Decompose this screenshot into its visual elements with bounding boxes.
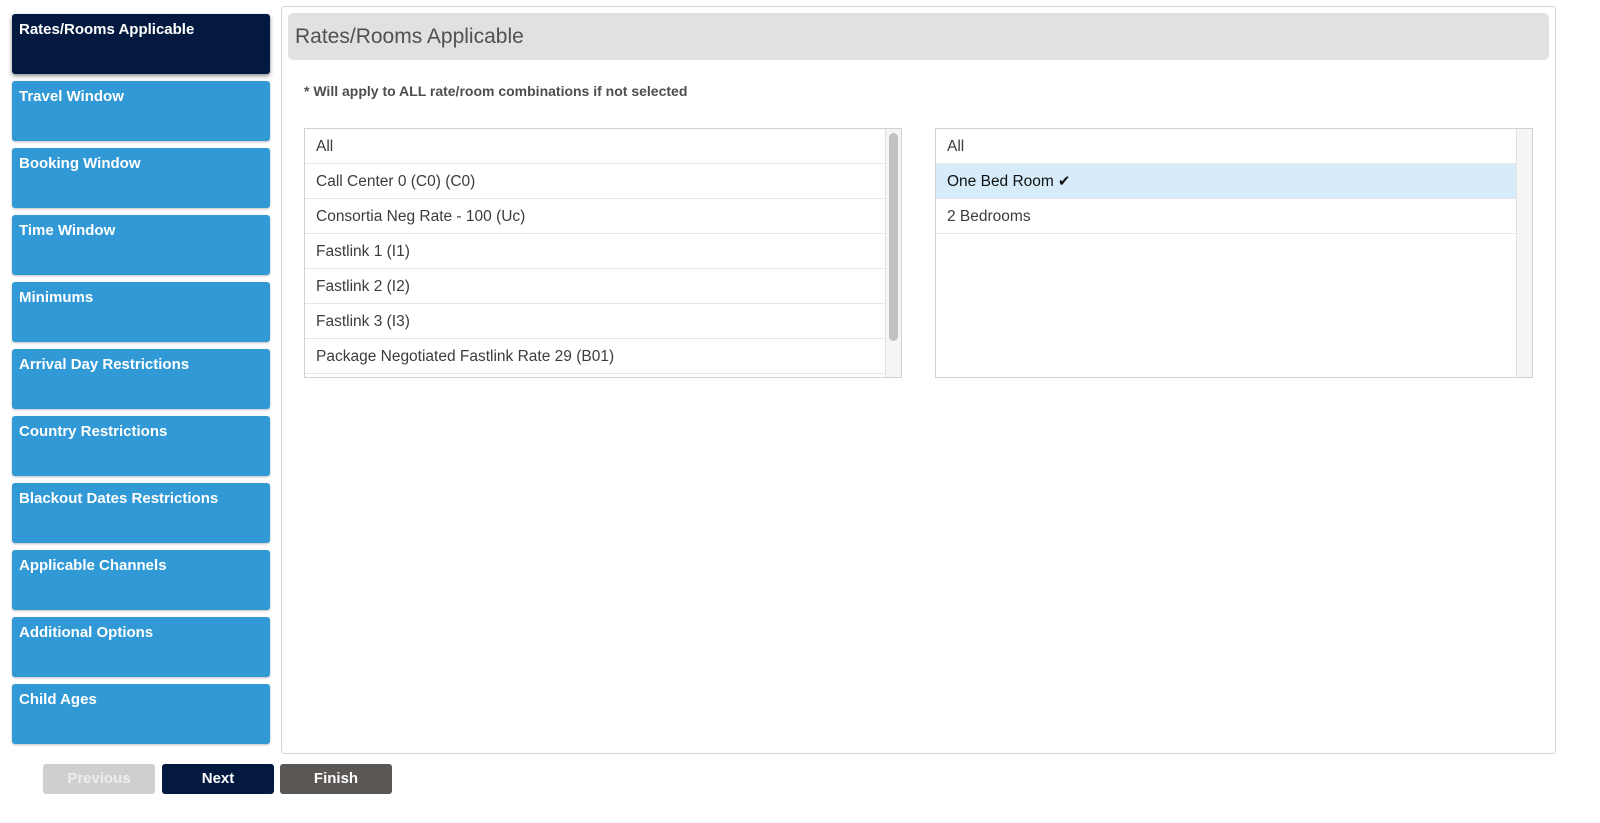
- sidebar-item-additional-options[interactable]: Additional Options: [12, 617, 270, 677]
- room-option[interactable]: 2 Bedrooms: [936, 199, 1516, 234]
- rate-option[interactable]: Fastlink 3 (I3): [305, 304, 885, 339]
- sidebar-item-arrival-day[interactable]: Arrival Day Restrictions: [12, 349, 270, 409]
- sidebar-item-travel-window[interactable]: Travel Window: [12, 81, 270, 141]
- sidebar-item-booking-window[interactable]: Booking Window: [12, 148, 270, 208]
- rates-scrollbar[interactable]: [885, 129, 901, 377]
- next-button[interactable]: Next: [162, 764, 274, 794]
- sidebar-item-rates-rooms[interactable]: Rates/Rooms Applicable: [12, 14, 270, 74]
- rooms-listbox[interactable]: All One Bed Room ✔ 2 Bedrooms: [935, 128, 1533, 378]
- rate-option[interactable]: Fastlink 1 (I1): [305, 234, 885, 269]
- rates-scroll-thumb[interactable]: [889, 133, 898, 341]
- sidebar-item-time-window[interactable]: Time Window: [12, 215, 270, 275]
- page-title: Rates/Rooms Applicable: [288, 13, 1549, 60]
- sidebar-item-country[interactable]: Country Restrictions: [12, 416, 270, 476]
- rates-listbox[interactable]: All Call Center 0 (C0) (C0) Consortia Ne…: [304, 128, 902, 378]
- rate-option[interactable]: Package Negotiated Fastlink Rate 29 (B01…: [305, 339, 885, 374]
- rate-option[interactable]: Call Center 0 (C0) (C0): [305, 164, 885, 199]
- wizard-step-nav: Rates/Rooms Applicable Travel Window Boo…: [12, 14, 270, 744]
- main-panel: Rates/Rooms Applicable * Will apply to A…: [281, 6, 1556, 754]
- apply-note: * Will apply to ALL rate/room combinatio…: [304, 83, 688, 99]
- checkmark-icon: ✔: [1057, 172, 1071, 190]
- rate-option[interactable]: All: [305, 129, 885, 164]
- sidebar-item-child-ages[interactable]: Child Ages: [12, 684, 270, 744]
- previous-button[interactable]: Previous: [43, 764, 155, 794]
- sidebar-item-channels[interactable]: Applicable Channels: [12, 550, 270, 610]
- room-option-selected[interactable]: One Bed Room ✔: [936, 164, 1516, 199]
- sidebar-item-minimums[interactable]: Minimums: [12, 282, 270, 342]
- rooms-scrollbar[interactable]: [1516, 129, 1532, 377]
- finish-button[interactable]: Finish: [280, 764, 392, 794]
- rate-option[interactable]: Fastlink 2 (I2): [305, 269, 885, 304]
- sidebar-item-blackout-dates[interactable]: Blackout Dates Restrictions: [12, 483, 270, 543]
- room-option-label: One Bed Room: [947, 173, 1054, 190]
- rate-option[interactable]: Consortia Neg Rate - 100 (Uc): [305, 199, 885, 234]
- room-option[interactable]: All: [936, 129, 1516, 164]
